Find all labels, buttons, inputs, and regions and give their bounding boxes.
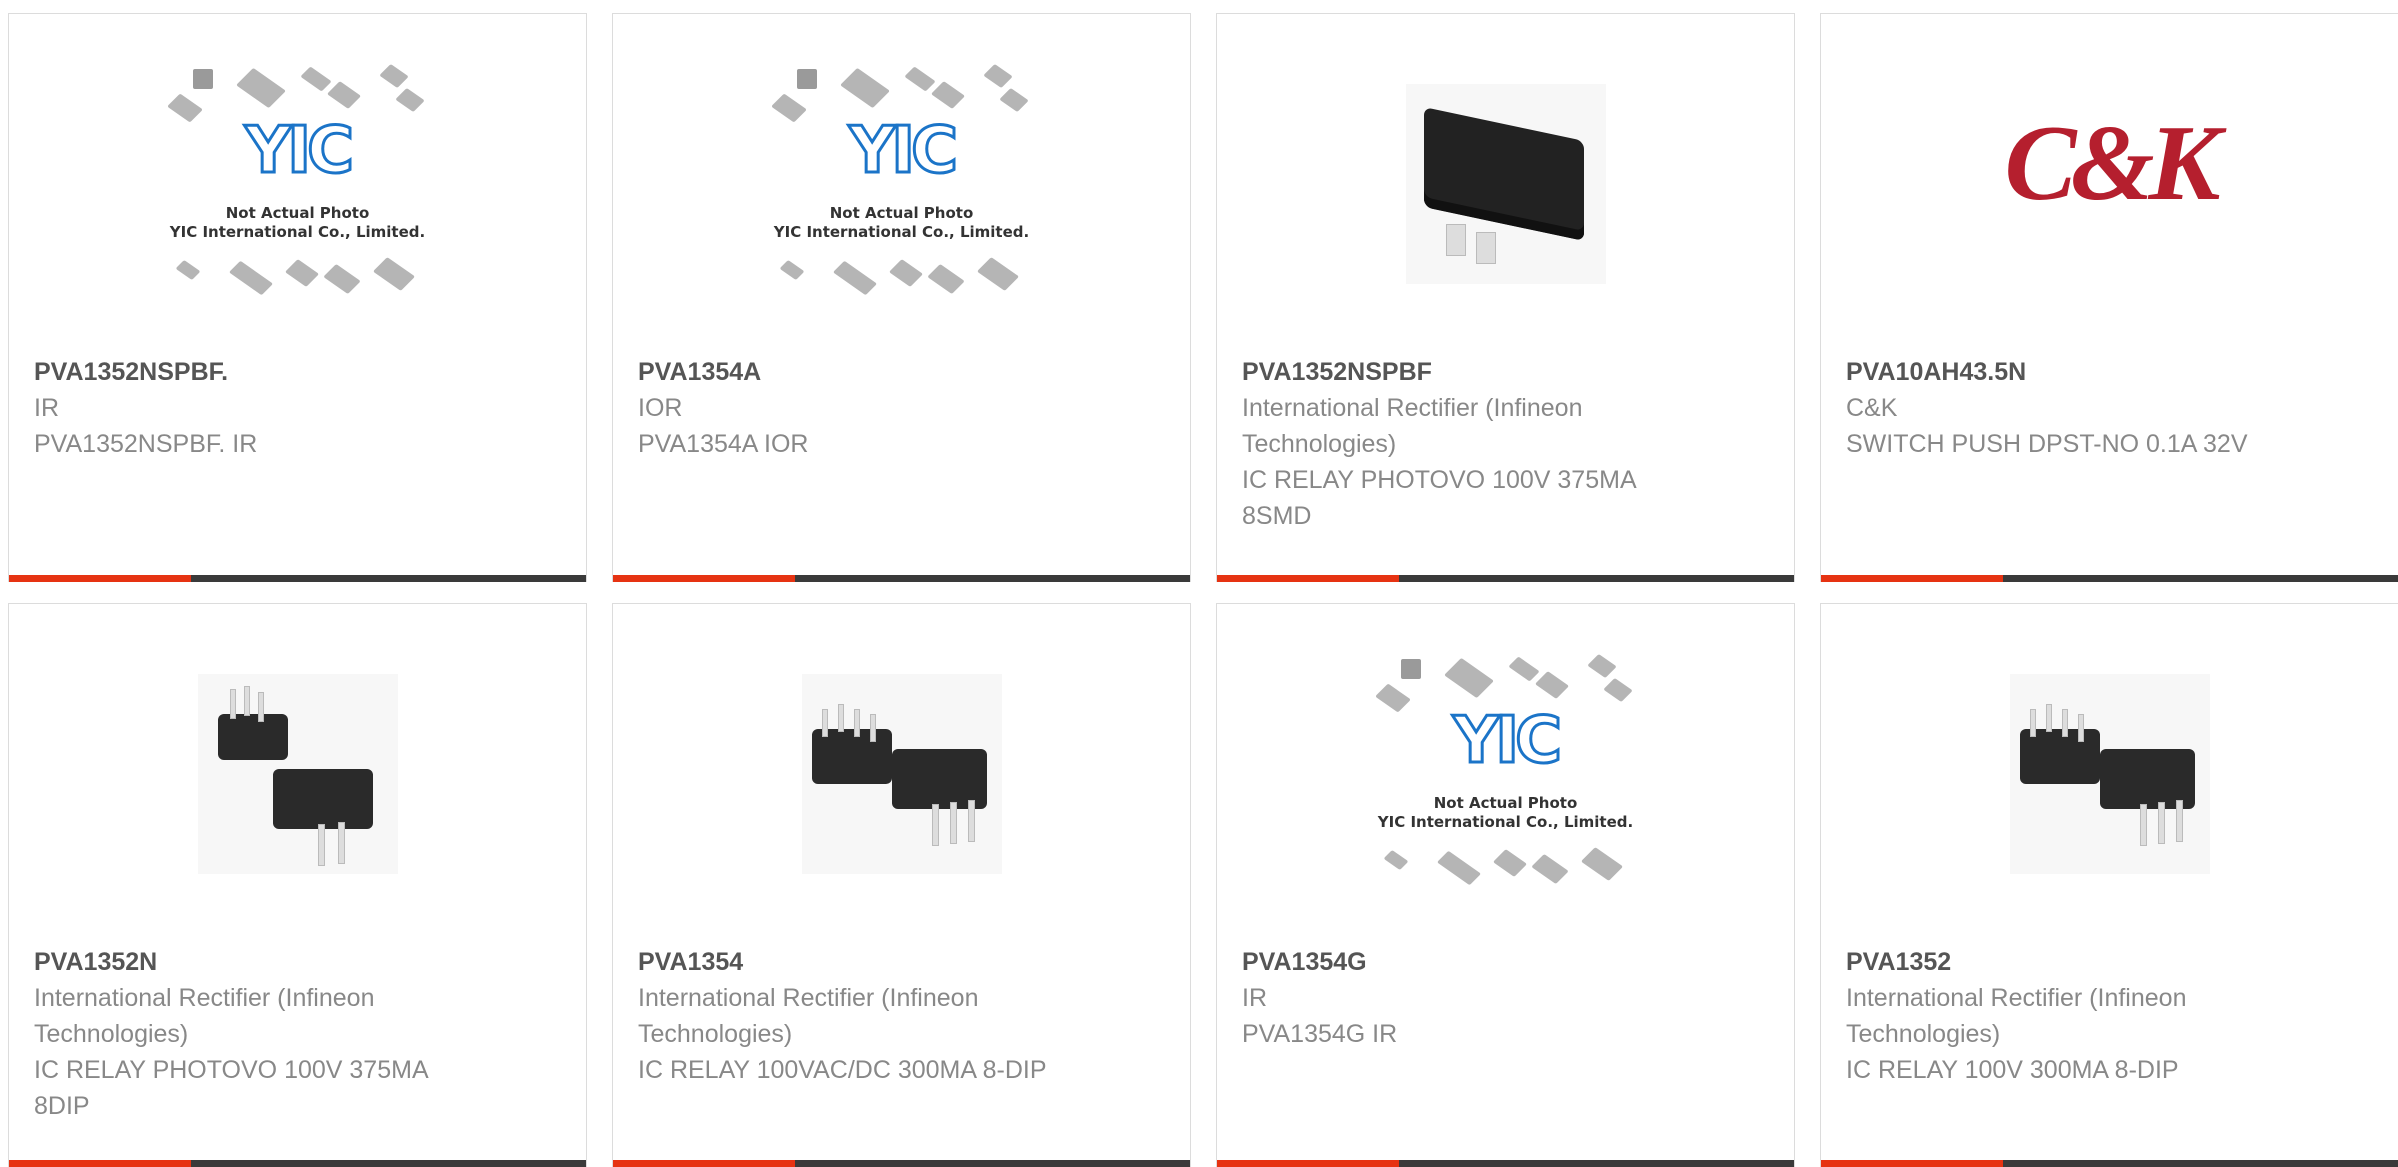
yic-placeholder-image: YIC Not Actual Photo YIC International C…	[1371, 653, 1641, 894]
card-bottom-bar	[9, 575, 586, 582]
description: PVA1352NSPBF. IR	[34, 430, 258, 458]
product-info: PVA1352NSPBF International Rectifier (In…	[1242, 354, 1692, 534]
part-number[interactable]: PVA1352	[1846, 944, 2296, 980]
card-bottom-bar	[9, 1160, 586, 1167]
description: SWITCH PUSH DPST-NO 0.1A 32V	[1846, 430, 2248, 458]
manufacturer: International Rectifier (Infineon Techno…	[34, 984, 375, 1048]
card-bottom-bar	[1821, 575, 2398, 582]
card-bottom-bar	[613, 575, 1190, 582]
dip-relay-photo	[801, 674, 1002, 874]
yic-logo: YIC	[1451, 703, 1563, 780]
product-image[interactable]: YIC Not Actual Photo YIC International C…	[1217, 604, 1794, 944]
placeholder-caption: Not Actual Photo YIC International Co., …	[1377, 794, 1634, 831]
manufacturer: IR	[1242, 984, 1267, 1012]
dip-relay-photo	[2009, 674, 2210, 874]
product-info: PVA1352 International Rectifier (Infineo…	[1846, 944, 2296, 1088]
part-number[interactable]: PVA1354A	[638, 354, 1088, 390]
manufacturer: C&K	[1846, 394, 1898, 422]
part-number[interactable]: PVA1354G	[1242, 944, 1692, 980]
manufacturer: International Rectifier (Infineon Techno…	[638, 984, 979, 1048]
description: PVA1354G IR	[1242, 1020, 1398, 1048]
product-card[interactable]: YIC Not Actual Photo YIC International C…	[1216, 603, 1795, 1167]
placeholder-caption: Not Actual Photo YIC International Co., …	[169, 204, 426, 241]
part-number[interactable]: PVA1354	[638, 944, 1088, 980]
product-info: PVA1354A IOR PVA1354A IOR	[638, 354, 1088, 462]
yic-logo: YIC	[243, 113, 355, 190]
part-number[interactable]: PVA1352N	[34, 944, 484, 980]
card-bottom-bar	[1821, 1160, 2398, 1167]
product-info: PVA1354G IR PVA1354G IR	[1242, 944, 1692, 1052]
manufacturer: International Rectifier (Infineon Techno…	[1242, 394, 1583, 458]
manufacturer: IR	[34, 394, 59, 422]
yic-logo: YIC	[847, 113, 959, 190]
product-image[interactable]: C&K	[1821, 14, 2398, 354]
product-info: PVA1352NSPBF. IR PVA1352NSPBF. IR	[34, 354, 484, 462]
product-card[interactable]: YIC Not Actual Photo YIC International C…	[612, 13, 1191, 582]
card-bottom-bar	[1217, 575, 1794, 582]
product-info: PVA10AH43.5N C&K SWITCH PUSH DPST-NO 0.1…	[1846, 354, 2296, 462]
product-card[interactable]: PVA1352 International Rectifier (Infineo…	[1820, 603, 2398, 1167]
yic-placeholder-image: YIC Not Actual Photo YIC International C…	[163, 63, 433, 304]
manufacturer: International Rectifier (Infineon Techno…	[1846, 984, 2187, 1048]
placeholder-caption: Not Actual Photo YIC International Co., …	[773, 204, 1030, 241]
product-card[interactable]: YIC Not Actual Photo YIC International C…	[8, 13, 587, 582]
product-card[interactable]: PVA1352N International Rectifier (Infine…	[8, 603, 587, 1167]
part-number[interactable]: PVA1352NSPBF.	[34, 354, 484, 390]
card-bottom-bar	[1217, 1160, 1794, 1167]
product-image[interactable]	[1217, 14, 1794, 354]
product-card[interactable]: PVA1352NSPBF International Rectifier (In…	[1216, 13, 1795, 582]
smd-relay-photo	[1405, 84, 1606, 284]
description: PVA1354A IOR	[638, 430, 809, 458]
yic-placeholder-image: YIC Not Actual Photo YIC International C…	[767, 63, 1037, 304]
description: IC RELAY PHOTOVO 100V 375MA 8SMD	[1242, 466, 1636, 530]
description: IC RELAY 100VAC/DC 300MA 8-DIP	[638, 1056, 1047, 1084]
part-number[interactable]: PVA10AH43.5N	[1846, 354, 2296, 390]
product-image[interactable]	[613, 604, 1190, 944]
product-image[interactable]: YIC Not Actual Photo YIC International C…	[613, 14, 1190, 354]
description: IC RELAY 100V 300MA 8-DIP	[1846, 1056, 2179, 1084]
product-card[interactable]: C&K PVA10AH43.5N C&K SWITCH PUSH DPST-NO…	[1820, 13, 2398, 582]
product-info: PVA1352N International Rectifier (Infine…	[34, 944, 484, 1124]
card-bottom-bar	[613, 1160, 1190, 1167]
product-image[interactable]	[9, 604, 586, 944]
dip-relay-photo	[197, 674, 398, 874]
ck-brand-logo: C&K	[2004, 104, 2220, 223]
product-image[interactable]: YIC Not Actual Photo YIC International C…	[9, 14, 586, 354]
product-grid: YIC Not Actual Photo YIC International C…	[0, 0, 2398, 1167]
product-card[interactable]: PVA1354 International Rectifier (Infineo…	[612, 603, 1191, 1167]
product-info: PVA1354 International Rectifier (Infineo…	[638, 944, 1088, 1088]
part-number[interactable]: PVA1352NSPBF	[1242, 354, 1692, 390]
product-image[interactable]	[1821, 604, 2398, 944]
description: IC RELAY PHOTOVO 100V 375MA 8DIP	[34, 1056, 428, 1120]
manufacturer: IOR	[638, 394, 683, 422]
